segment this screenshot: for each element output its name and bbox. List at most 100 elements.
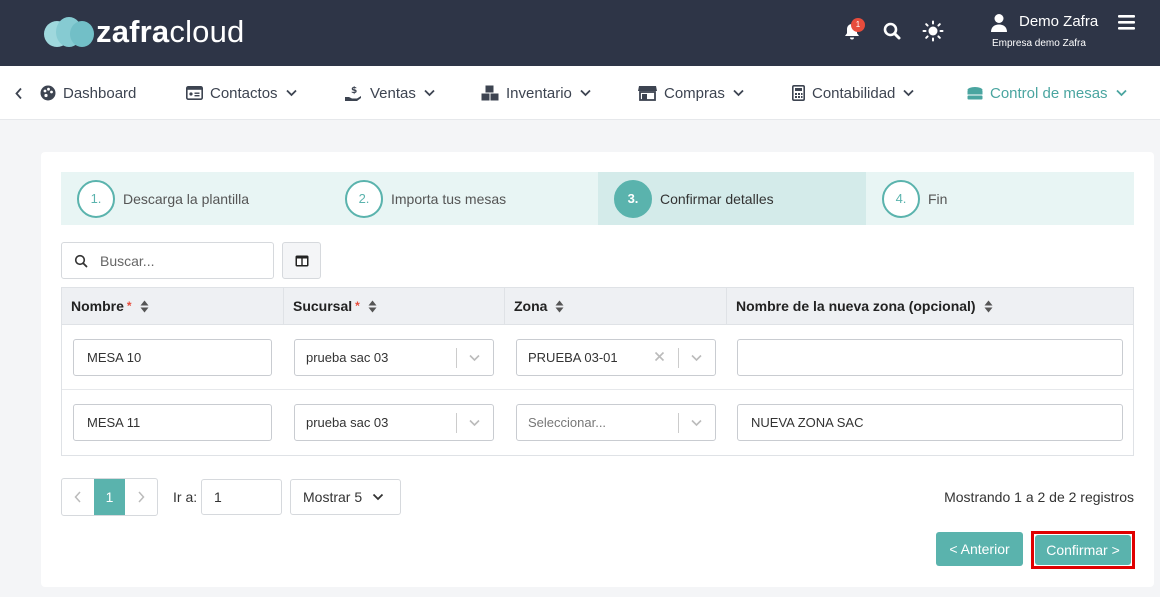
goto-page-input[interactable]: 1 bbox=[201, 479, 282, 515]
chevron-down-icon bbox=[1115, 89, 1127, 97]
column-header-nombre[interactable]: Nombre * bbox=[62, 288, 284, 324]
zafracloud-logo[interactable]: zafracloud bbox=[42, 14, 244, 50]
chevron-down-icon bbox=[285, 89, 297, 97]
chevron-down-icon bbox=[691, 354, 702, 362]
company-name: Empresa demo Zafra bbox=[992, 38, 1086, 49]
step-label: Descarga la plantilla bbox=[123, 190, 250, 207]
menu-item-compras[interactable]: Compras bbox=[638, 66, 744, 120]
table-header: Nombre * Sucursal * Zona Nombre de la nuev… bbox=[62, 288, 1133, 325]
chevron-down-icon bbox=[424, 89, 435, 97]
zona-value: PRUEBA 03-01 bbox=[528, 350, 618, 365]
required-asterisk: * bbox=[126, 299, 132, 313]
nombre-input[interactable]: MESA 11 bbox=[73, 404, 272, 441]
step-importa: 2. Importa tus mesas bbox=[345, 172, 595, 225]
highlight-box bbox=[1031, 531, 1135, 569]
sort-icon bbox=[555, 300, 564, 312]
chevron-down-icon bbox=[372, 493, 384, 501]
goto-page-label: Ir a: bbox=[173, 489, 198, 505]
menu-label-contabilidad: Contabilidad bbox=[812, 84, 896, 102]
menu-item-control-de-mesas[interactable]: Control de mesas bbox=[967, 66, 1127, 120]
menu-item-inventario[interactable]: Inventario bbox=[481, 66, 591, 120]
notification-badge: 1 bbox=[851, 18, 865, 32]
user-icon[interactable] bbox=[990, 13, 1008, 33]
chevron-right-icon bbox=[138, 491, 145, 503]
chevron-down-icon bbox=[733, 89, 744, 97]
step-number: 2. bbox=[345, 179, 383, 218]
sort-icon bbox=[140, 300, 149, 312]
chevron-down-icon bbox=[903, 89, 915, 97]
page-button-current[interactable]: 1 bbox=[94, 479, 125, 515]
boxes-icon bbox=[481, 85, 499, 101]
sort-icon bbox=[984, 300, 993, 312]
page-size-value: Mostrar 5 bbox=[303, 489, 363, 505]
palette-icon bbox=[40, 85, 56, 101]
step-label: Confirmar detalles bbox=[660, 190, 774, 207]
zona-select[interactable]: PRUEBA 03-01 bbox=[516, 339, 716, 376]
store-icon bbox=[638, 86, 657, 101]
column-header-sucursal[interactable]: Sucursal * bbox=[284, 288, 505, 324]
zona-select[interactable]: Seleccionar... bbox=[516, 404, 716, 441]
id-card-icon bbox=[186, 86, 203, 100]
calculator-icon bbox=[792, 85, 805, 101]
nombre-input[interactable]: MESA 10 bbox=[73, 339, 272, 376]
menu-item-contabilidad[interactable]: Contabilidad bbox=[792, 66, 915, 120]
menu-label-compras: Compras bbox=[664, 84, 725, 102]
theme-sun-icon[interactable] bbox=[922, 20, 944, 42]
search-box[interactable] bbox=[61, 242, 274, 279]
user-name[interactable]: Demo Zafra bbox=[1019, 13, 1098, 30]
table-icon bbox=[967, 87, 983, 100]
nueva-zona-input[interactable]: NUEVA ZONA SAC bbox=[737, 404, 1123, 441]
chevron-left-icon bbox=[74, 491, 81, 503]
step-label: Fin bbox=[928, 190, 948, 207]
records-summary: Mostrando 1 a 2 de 2 registros bbox=[944, 489, 1134, 505]
sort-icon bbox=[368, 300, 377, 312]
menu-item-dashboard[interactable]: Dashboard bbox=[40, 66, 136, 120]
prev-page-button[interactable] bbox=[62, 479, 94, 515]
chevron-down-icon bbox=[580, 89, 591, 97]
hamburger-menu-icon[interactable] bbox=[1118, 15, 1135, 30]
column-header-zona[interactable]: Zona bbox=[505, 288, 727, 324]
columns-icon bbox=[295, 255, 308, 266]
nueva-zona-input[interactable] bbox=[737, 339, 1123, 376]
top-bar: zafracloud 1 Demo Zafra Empresa demo Zaf… bbox=[0, 0, 1160, 66]
sucursal-select[interactable]: prueba sac 03 bbox=[294, 339, 494, 376]
menu-label-ventas: Ventas bbox=[370, 84, 416, 102]
table-row: MESA 11 prueba sac 03 Seleccionar... NUE… bbox=[62, 390, 1133, 455]
clear-icon[interactable] bbox=[653, 350, 666, 363]
menu-item-contactos[interactable]: Contactos bbox=[186, 66, 297, 120]
page-size-select[interactable]: Mostrar 5 bbox=[290, 479, 401, 515]
sucursal-select[interactable]: prueba sac 03 bbox=[294, 404, 494, 441]
zona-placeholder: Seleccionar... bbox=[528, 415, 607, 430]
logo-text: zafracloud bbox=[96, 14, 245, 49]
menu-label-control-de-mesas: Control de mesas bbox=[990, 84, 1108, 102]
previous-step-button[interactable]: < Anterior bbox=[936, 532, 1023, 566]
step-label: Importa tus mesas bbox=[391, 190, 507, 207]
menu-item-ventas[interactable]: $ Ventas bbox=[344, 66, 435, 120]
sucursal-value: prueba sac 03 bbox=[306, 350, 389, 365]
column-toggle-button[interactable] bbox=[282, 242, 321, 279]
search-input[interactable] bbox=[100, 252, 260, 269]
step-number: 4. bbox=[882, 179, 920, 218]
cloud-logo-icon bbox=[42, 15, 94, 49]
sucursal-value: prueba sac 03 bbox=[306, 415, 389, 430]
menu-scroll-left-icon[interactable] bbox=[14, 87, 24, 100]
table-row: MESA 10 prueba sac 03 PRUEBA 03-01 bbox=[62, 325, 1133, 390]
step-fin: 4. Fin bbox=[882, 172, 1082, 225]
pagination: 1 bbox=[61, 478, 158, 516]
menu-label-inventario: Inventario bbox=[506, 84, 572, 102]
search-icon bbox=[74, 254, 88, 267]
chevron-down-icon bbox=[469, 419, 480, 427]
chevron-down-icon bbox=[469, 354, 480, 362]
menu-label-contactos: Contactos bbox=[210, 84, 278, 102]
step-number: 3. bbox=[614, 179, 652, 218]
hand-dollar-icon: $ bbox=[345, 86, 361, 101]
column-header-nueva-zona[interactable]: Nombre de la nueva zona (opcional) bbox=[727, 288, 1133, 324]
import-stepper: 1. Descarga la plantilla 2. Importa tus … bbox=[61, 172, 1134, 225]
step-confirmar: 3. Confirmar detalles bbox=[598, 172, 866, 225]
search-icon[interactable] bbox=[882, 21, 902, 41]
menu-label-dashboard: Dashboard bbox=[63, 84, 137, 102]
step-number: 1. bbox=[77, 179, 115, 218]
next-page-button[interactable] bbox=[125, 479, 157, 515]
main-menu-bar: Dashboard Contactos $ Ventas Inventario bbox=[0, 66, 1160, 120]
svg-text:$: $ bbox=[351, 86, 357, 96]
